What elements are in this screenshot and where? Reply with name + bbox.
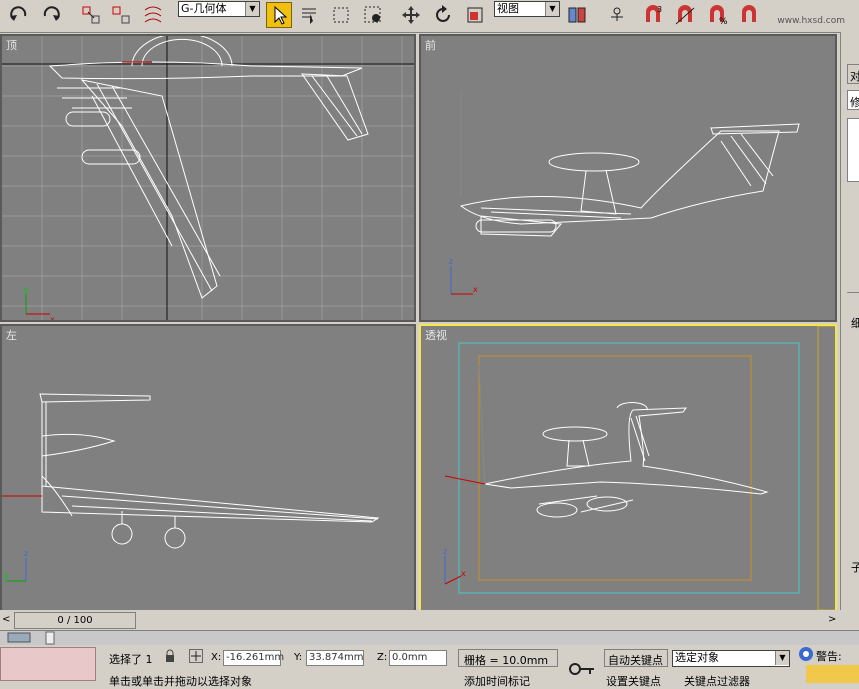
chevron-down-icon: ▼	[545, 2, 559, 16]
command-tab-2[interactable]: 修	[847, 90, 859, 110]
y-label: Y:	[294, 652, 303, 663]
selection-filter-dropdown[interactable]: G-几何体 ▼	[178, 1, 260, 17]
link-icon[interactable]	[78, 2, 104, 28]
set-key-button[interactable]: 设置关键点	[606, 673, 661, 689]
command-tab-2-label: 修	[850, 94, 859, 110]
chevron-right-icon[interactable]: >	[828, 614, 836, 625]
spinner-snap-icon[interactable]	[736, 2, 762, 28]
command-panel-text-2: 子	[851, 559, 859, 575]
perspective-view-wireframe: zx	[443, 326, 835, 610]
select-by-name-icon[interactable]	[296, 2, 322, 28]
grid-size-display: 栅格 = 10.0mm	[458, 649, 558, 667]
y-coordinate-value: 33.874mm	[309, 652, 364, 663]
time-slider-frame: 0 / 100	[57, 615, 93, 626]
x-coordinate-value: -16.261mm	[226, 652, 285, 663]
front-view-wireframe: zx	[449, 90, 800, 295]
key-filters-button[interactable]: 关键点过滤器	[684, 673, 750, 689]
move-icon[interactable]	[398, 2, 424, 28]
scale-icon[interactable]	[462, 2, 488, 28]
rotate-icon[interactable]	[430, 2, 456, 28]
snap-label: 3	[657, 5, 662, 14]
svg-text:y: y	[24, 285, 29, 294]
viewport-label-perspective[interactable]: 透视	[425, 327, 447, 343]
bind-spacewarp-icon[interactable]	[140, 2, 166, 28]
x-coordinate-field[interactable]: -16.261mm	[223, 650, 285, 666]
select-object-icon[interactable]	[266, 2, 292, 28]
svg-text:x: x	[473, 285, 478, 294]
angle-snap-icon[interactable]	[672, 2, 698, 28]
key-mode-dropdown[interactable]: 选定对象 ▼	[672, 650, 790, 667]
auto-key-label: 自动关键点	[608, 654, 663, 667]
manipulate-icon[interactable]	[604, 2, 630, 28]
x-label: X:	[211, 652, 222, 663]
reference-coord-dropdown[interactable]: 视图 ▼	[494, 1, 560, 17]
lock-icon[interactable]	[163, 649, 177, 663]
unlink-icon[interactable]	[108, 2, 134, 28]
svg-text:x: x	[50, 315, 55, 322]
svg-text:y: y	[4, 571, 9, 580]
command-panel: 对 修 细 子	[840, 32, 859, 610]
add-time-tag-button[interactable]: 添加时间标记	[464, 673, 530, 689]
warning-indicator	[806, 665, 859, 683]
command-tab-1-label: 对	[850, 68, 859, 84]
watermark-text: www.hxsd.com	[777, 16, 845, 26]
absolute-mode-icon[interactable]	[189, 649, 203, 663]
top-view-wireframe: yx	[2, 36, 414, 322]
warning-icon	[799, 647, 813, 661]
command-tab-1[interactable]: 对	[847, 64, 859, 84]
z-coordinate-field[interactable]: 0.0mm	[389, 650, 447, 666]
selection-filter-value: G-几何体	[181, 2, 227, 15]
undo-icon[interactable]	[6, 2, 32, 28]
key-mode-value: 选定对象	[675, 651, 719, 664]
percent-snap-icon[interactable]: %	[704, 2, 730, 28]
chevron-down-icon: ▼	[775, 651, 789, 665]
status-bar: 选择了 1 X: -16.261mm Y: 33.874mm Z: 0.0mm …	[0, 645, 859, 688]
viewport-front[interactable]: zx 前	[419, 34, 837, 322]
viewport-left[interactable]: zy 左	[0, 324, 416, 612]
track-bar[interactable]	[0, 630, 859, 645]
svg-text:z: z	[24, 549, 28, 558]
reference-coord-value: 视图	[497, 2, 519, 15]
viewport-label-top[interactable]: 顶	[6, 37, 17, 53]
y-coordinate-field[interactable]: 33.874mm	[306, 650, 364, 666]
viewport-label-left[interactable]: 左	[6, 327, 17, 343]
auto-key-button[interactable]: 自动关键点	[604, 649, 668, 667]
svg-text:x: x	[461, 569, 466, 578]
snap-toggle-icon[interactable]: 3	[640, 2, 666, 28]
command-panel-text-1: 细	[851, 315, 859, 331]
left-view-wireframe: zy	[2, 393, 380, 582]
z-label: Z:	[377, 652, 388, 663]
redo-icon[interactable]	[38, 2, 64, 28]
viewport-perspective[interactable]: zx 透视	[419, 324, 837, 612]
z-coordinate-value: 0.0mm	[392, 652, 428, 663]
svg-text:%: %	[719, 17, 728, 26]
maxscript-listener[interactable]	[0, 647, 96, 681]
chevron-down-icon: ▼	[245, 2, 259, 16]
rollout-separator	[847, 292, 859, 303]
warning-label: 警告:	[816, 650, 842, 663]
chevron-left-icon[interactable]: <	[2, 614, 10, 625]
grid-size-value: 栅格 = 10.0mm	[464, 654, 549, 667]
warning-panel: 警告:	[796, 645, 859, 663]
prompt-line: 单击或单击并拖动以选择对象	[109, 675, 252, 688]
viewport-top[interactable]: yx 顶	[0, 34, 416, 322]
window-crossing-icon[interactable]	[360, 2, 386, 28]
time-slider-bar: < 0 / 100 >	[0, 610, 840, 630]
pivot-center-icon[interactable]	[564, 2, 590, 28]
modifier-stack-list[interactable]	[847, 118, 859, 182]
svg-text:z: z	[443, 547, 447, 556]
key-icon[interactable]	[568, 659, 596, 679]
main-toolbar: G-几何体 ▼ 视图 ▼ 3 % www.hxsd.com	[0, 0, 859, 33]
rect-selection-icon[interactable]	[328, 2, 354, 28]
svg-text:z: z	[449, 257, 453, 266]
time-slider[interactable]: 0 / 100	[14, 612, 136, 629]
selection-count: 选择了 1	[109, 653, 153, 666]
viewport-label-front[interactable]: 前	[425, 37, 436, 53]
